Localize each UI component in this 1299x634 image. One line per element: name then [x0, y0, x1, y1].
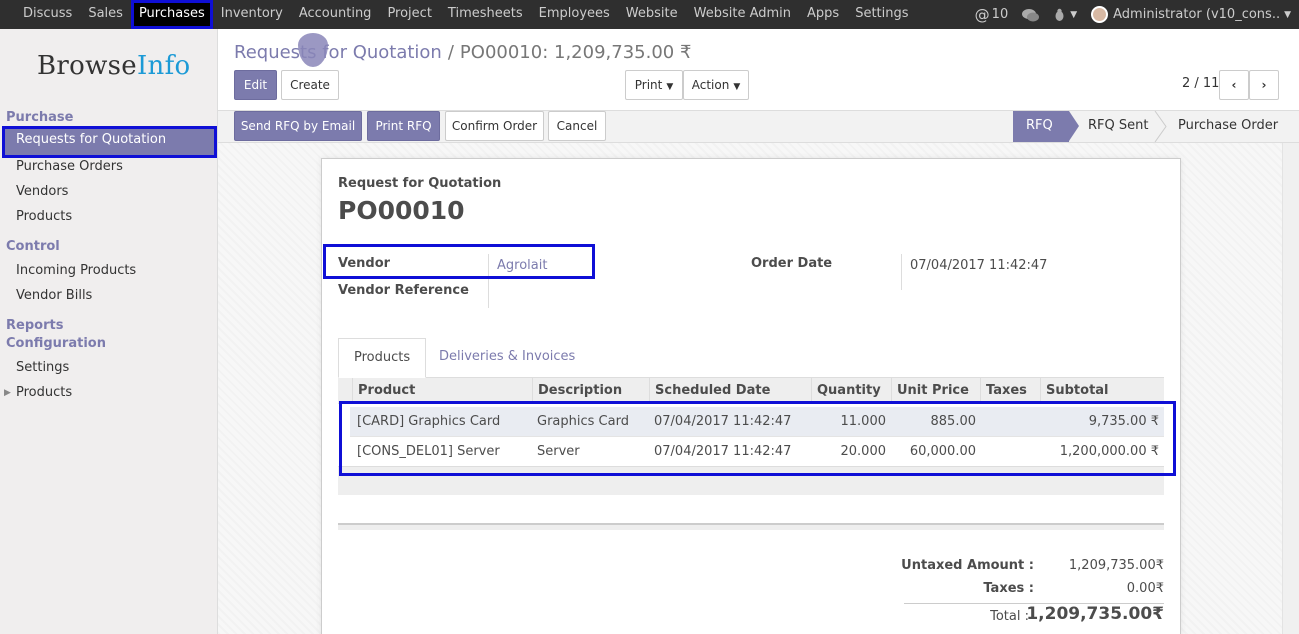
menu-settings[interactable]: Settings — [847, 0, 916, 29]
page-title: PO00010 — [338, 196, 465, 225]
bug-icon — [1055, 8, 1064, 21]
mentions-count: 10 — [991, 7, 1009, 22]
notebook-tabs: Products Deliveries & Invoices — [338, 338, 1164, 378]
caret-down-icon: ▼ — [666, 82, 674, 92]
sidebar-item-rfq[interactable]: Requests for Quotation — [2, 126, 217, 158]
total-value: 1,209,735.00₹ — [1026, 604, 1164, 624]
stage-rfq[interactable]: RFQ — [1013, 111, 1069, 142]
vertical-scrollbar[interactable] — [1282, 143, 1299, 634]
pager-previous-button[interactable]: ‹ — [1219, 70, 1249, 100]
company-logo: BrowseInfo — [37, 51, 191, 81]
sidebar-item-incoming-products[interactable]: Incoming Products — [16, 263, 136, 278]
print-dropdown[interactable]: Print ▼ — [625, 70, 683, 100]
caret-down-icon: ▼ — [1070, 9, 1078, 20]
caret-down-icon: ▼ — [733, 82, 741, 92]
menu-employees[interactable]: Employees — [531, 0, 618, 29]
breadcrumb-current: PO00010: 1,209,735.00 ₹ — [459, 42, 692, 63]
stage-rfq-sent[interactable]: RFQ Sent — [1075, 111, 1161, 142]
caret-down-icon: ▼ — [1284, 9, 1291, 20]
stage-purchase-order[interactable]: Purchase Order — [1165, 111, 1291, 142]
tab-deliveries-invoices[interactable]: Deliveries & Invoices — [424, 338, 590, 378]
menu-apps[interactable]: Apps — [799, 0, 847, 29]
app-menu: Discuss Sales Purchases Inventory Accoun… — [15, 0, 917, 29]
control-panel: Requests for Quotation / PO00010: 1,209,73… — [218, 29, 1299, 111]
chevron-right-icon: › — [1261, 78, 1267, 92]
send-rfq-email-button[interactable]: Send RFQ by Email — [234, 111, 362, 141]
systray: @ 10 ▼ Administrator (v10_cons.. ▼ — [961, 0, 1291, 29]
chat-icon — [1022, 8, 1040, 21]
pager-next-button[interactable]: › — [1249, 70, 1279, 100]
field-divider — [901, 254, 902, 290]
create-button[interactable]: Create — [281, 70, 339, 100]
action-dropdown[interactable]: Action ▼ — [683, 70, 749, 100]
order-lines-highlight-box — [339, 401, 1176, 476]
vendor-reference-label: Vendor Reference — [338, 283, 469, 298]
sidebar-item-vendor-bills[interactable]: Vendor Bills — [16, 288, 92, 303]
mentions-button[interactable]: @ 10 — [975, 6, 1009, 24]
chevron-left-icon: ‹ — [1231, 78, 1237, 92]
total-label: Total : — [990, 609, 1029, 624]
at-icon: @ — [974, 5, 990, 24]
chat-button[interactable] — [1022, 8, 1040, 22]
user-menu[interactable]: Administrator (v10_cons.. ▼ — [1091, 6, 1291, 23]
sidebar-item-products[interactable]: Products — [16, 209, 72, 224]
sidebar-section-configuration[interactable]: Configuration — [6, 336, 106, 351]
debug-button[interactable]: ▼ — [1053, 8, 1077, 22]
user-name: Administrator (v10_cons.. — [1113, 7, 1281, 22]
sidebar-item-purchase-orders[interactable]: Purchase Orders — [16, 159, 123, 174]
top-navbar: Discuss Sales Purchases Inventory Accoun… — [0, 0, 1299, 29]
taxes-label: Taxes : — [983, 581, 1034, 596]
section-divider — [338, 523, 1164, 530]
breadcrumb-parent[interactable]: Requests for Quotation — [234, 42, 442, 63]
menu-purchases[interactable]: Purchases — [130, 0, 213, 29]
sidebar-item-vendors[interactable]: Vendors — [16, 184, 68, 199]
menu-website[interactable]: Website — [618, 0, 686, 29]
sidebar-item-settings[interactable]: Settings — [16, 360, 69, 375]
cancel-button[interactable]: Cancel — [548, 111, 606, 141]
sidebar-section-purchase[interactable]: Purchase — [6, 110, 73, 125]
untaxed-amount-label: Untaxed Amount : — [901, 558, 1034, 573]
breadcrumb-separator: / — [447, 42, 454, 63]
menu-website-admin[interactable]: Website Admin — [686, 0, 799, 29]
menu-discuss[interactable]: Discuss — [15, 0, 80, 29]
vendor-highlight-box — [323, 244, 595, 279]
menu-project[interactable]: Project — [379, 0, 439, 29]
sidebar-section-control[interactable]: Control — [6, 239, 60, 254]
sidebar-section-reports[interactable]: Reports — [6, 318, 63, 333]
order-date-value: 07/04/2017 11:42:47 — [910, 258, 1048, 273]
menu-sales[interactable]: Sales — [80, 0, 131, 29]
tab-products[interactable]: Products — [338, 338, 427, 378]
taxes-value: 0.00₹ — [1126, 581, 1164, 596]
sidebar-item-config-products[interactable]: Products — [16, 385, 72, 400]
menu-timesheets[interactable]: Timesheets — [440, 0, 531, 29]
edit-button[interactable]: Edit — [234, 70, 277, 100]
menu-inventory[interactable]: Inventory — [213, 0, 291, 29]
pager-value[interactable]: 2 / 11 — [1182, 76, 1219, 91]
menu-accounting[interactable]: Accounting — [291, 0, 380, 29]
print-rfq-button[interactable]: Print RFQ — [367, 111, 440, 141]
avatar — [1091, 6, 1109, 23]
order-date-label: Order Date — [751, 256, 833, 271]
untaxed-amount-value: 1,209,735.00₹ — [1068, 558, 1164, 573]
caret-right-icon[interactable]: ▶ — [4, 388, 11, 398]
form-subtitle: Request for Quotation — [338, 176, 502, 191]
confirm-order-button[interactable]: Confirm Order — [445, 111, 544, 141]
